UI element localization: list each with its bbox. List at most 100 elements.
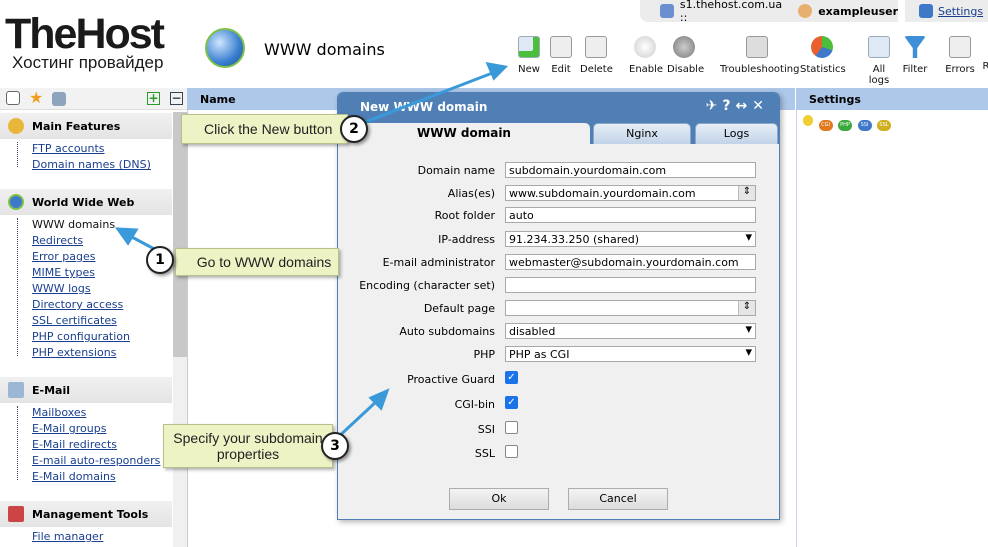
ip-address-select[interactable]: 91.234.33.250 (shared) [505,231,756,247]
aliases-input[interactable]: www.subdomain.yourdomain.com [505,185,756,201]
filter-label: Filter [902,64,928,75]
pin-icon[interactable]: ✈ [706,98,723,114]
list-view-icon[interactable] [6,91,20,105]
edit-icon [550,36,572,58]
callout-1-text: Go to WWW domains [196,254,332,270]
arrowhead-2 [485,62,509,81]
email-icon [8,382,24,398]
tab-logs[interactable]: Logs [695,123,778,144]
root-folder-label: Root folder [434,209,495,222]
nav-email-autoresponders[interactable]: E-mail auto-responders [32,454,160,467]
nav-dns[interactable]: Domain names (DNS) [32,158,151,171]
field-row-proactive: Proactive Guard ✓ [338,371,781,389]
expand-icon[interactable]: ↔ [736,98,753,114]
nav-ftp-accounts[interactable]: FTP accounts [32,142,105,155]
ssl-checkbox[interactable] [505,445,518,458]
bulb-status-icon [803,115,813,126]
sidebar-toolbar: ★ + − [0,88,187,110]
nav-file-manager[interactable]: File manager [32,530,103,543]
encoding-input[interactable] [505,277,756,293]
field-row-ssl: SSL [338,445,781,463]
section-email[interactable]: E-Mail [0,377,172,403]
section-main-features[interactable]: Main Features [0,113,172,139]
default-page-input[interactable] [505,300,756,316]
sidebar-scrollbar-thumb[interactable] [173,112,187,357]
cgi-bin-checkbox[interactable]: ✓ [505,396,518,409]
bulb-on-icon [634,36,656,58]
favorites-star-icon[interactable]: ★ [29,88,43,107]
section-www[interactable]: World Wide Web [0,189,172,215]
cancel-button[interactable]: Cancel [568,488,668,510]
expand-all-icon[interactable]: + [147,92,160,105]
auto-subdomains-select[interactable]: disabled [505,323,756,339]
troubleshooting-button[interactable]: Troubleshooting [720,36,799,75]
ssi-checkbox[interactable] [505,421,518,434]
nav-email-domains[interactable]: E-Mail domains [32,470,116,483]
callout-1: Go to WWW domains [175,248,339,276]
statistics-button[interactable]: Statistics [800,36,846,75]
domain-name-input[interactable]: subdomain.yourdomain.com [505,162,756,178]
collapse-all-icon[interactable]: − [170,92,183,105]
php-select[interactable]: PHP as CGI [505,346,756,362]
edit-button[interactable]: Edit [549,36,573,75]
nav-php-configuration[interactable]: PHP configuration [32,330,130,343]
section-management-tools[interactable]: Management Tools [0,501,172,527]
nav-ssl-certificates[interactable]: SSL certificates [32,314,117,327]
server-user-bar: s1.thehost.com.ua :: exampleuser [640,0,898,24]
logs-icon [868,36,890,58]
column-name-label: Name [200,93,236,106]
username[interactable]: exampleuser [818,5,898,18]
ssi-status-icon: SSI [857,120,872,131]
settings-link[interactable]: Settings [938,5,983,18]
settings-panel-header: Settings [796,88,988,110]
settings-panel: CGI PHP SSI SSL [796,110,988,547]
nav-directory-access[interactable]: Directory access [32,298,123,311]
dialog-titlebar[interactable]: New WWW domain ✈?↔✕ [338,93,779,121]
disable-button[interactable]: Disable [667,36,704,75]
dialog-tabs: WWW domain Nginx Logs [338,121,779,144]
nav-error-pages[interactable]: Error pages [32,250,96,263]
tree-line [17,406,18,480]
nav-php-extensions[interactable]: PHP extensions [32,346,116,359]
help-icon[interactable]: ? [722,98,735,114]
nav-redirects[interactable]: Redirects [32,234,83,247]
nav-mime-types[interactable]: MIME types [32,266,95,279]
errors-button[interactable]: Errors [945,36,975,75]
tab-www-domain[interactable]: WWW domain [338,123,590,144]
field-row-auto-subdomains: Auto subdomains disabled [338,323,781,341]
field-row-default-page: Default page [338,300,781,318]
close-icon[interactable]: ✕ [752,98,769,114]
email-admin-input[interactable]: webmaster@subdomain.yourdomain.com [505,254,756,270]
ok-button[interactable]: Ok [449,488,549,510]
email-admin-label: E-mail administrator [382,256,495,269]
all-logs-button[interactable]: All logs [861,36,897,86]
callout-3: Specify your subdomain properties [163,424,333,468]
briefcase-icon[interactable] [52,92,66,106]
nav-www-logs[interactable]: WWW logs [32,282,91,295]
tab-nginx[interactable]: Nginx [593,123,691,144]
php-label: PHP [473,348,495,361]
www-globe-icon [205,28,245,68]
php-status-icon: PHP [838,120,852,131]
delete-button[interactable]: Delete [580,36,613,75]
root-folder-input[interactable]: auto [505,207,756,223]
nav-email-groups[interactable]: E-Mail groups [32,422,106,435]
proactive-guard-checkbox[interactable]: ✓ [505,371,518,384]
statistics-label: Statistics [800,64,846,75]
filter-button[interactable]: Filter [902,36,928,75]
enable-button[interactable]: Enable [629,36,664,75]
cgi-bin-label: CGI-bin [454,398,495,411]
arrowhead-1 [114,227,139,246]
nav-www-domains[interactable]: WWW domains [32,218,115,231]
all-logs-label: All logs [868,64,890,86]
field-row-cgi: CGI-bin ✓ [338,396,781,414]
step-badge-2: 2 [340,115,368,143]
enable-label: Enable [629,64,664,75]
new-button[interactable]: New [516,36,542,75]
auto-subdomains-label: Auto subdomains [399,325,495,338]
field-row-aliases: Alias(es) www.subdomain.yourdomain.com [338,185,781,203]
more-button[interactable]: R [981,61,988,72]
nav-email-redirects[interactable]: E-Mail redirects [32,438,117,451]
nav-mailboxes[interactable]: Mailboxes [32,406,86,419]
new-www-domain-dialog: New WWW domain ✈?↔✕ WWW domain Nginx Log… [337,92,780,520]
